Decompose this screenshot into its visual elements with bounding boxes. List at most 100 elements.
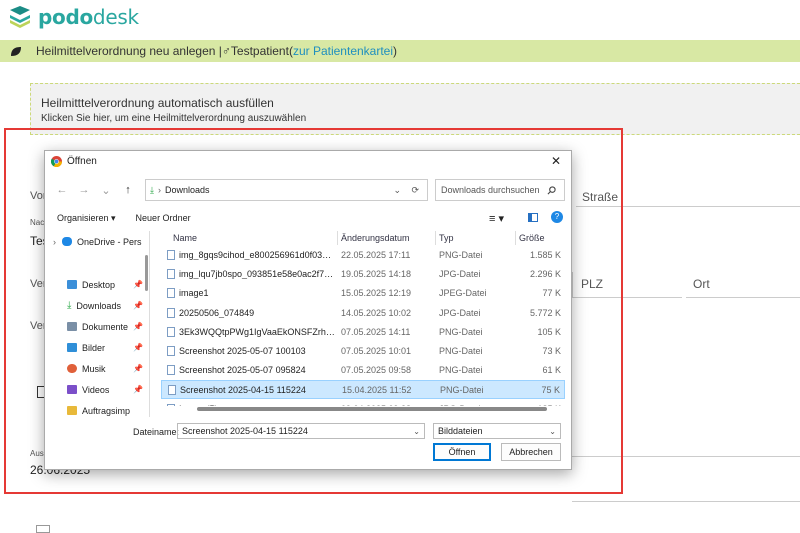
filetype-select[interactable]: Bilddateien ⌄ bbox=[433, 423, 561, 439]
videos-icon bbox=[67, 385, 77, 394]
patient-record-link[interactable]: zur Patientenkartei bbox=[293, 44, 393, 58]
sidebar-item-label: Bilder bbox=[82, 342, 106, 353]
sidebar-item-videos[interactable]: Videos 📌 bbox=[45, 379, 149, 400]
file-size: 75 K bbox=[541, 384, 560, 395]
logo-icon bbox=[10, 6, 30, 28]
path-downloads[interactable]: Downloads bbox=[165, 185, 210, 195]
file-row[interactable]: img_lqu7jb0spo_093851e58e0ac2f725d99... 1… bbox=[161, 264, 565, 283]
address-dropdown-icon[interactable]: ⌄ bbox=[393, 185, 401, 196]
organize-button[interactable]: Organisieren ▾ bbox=[57, 213, 116, 224]
download-icon: ⤓ bbox=[67, 300, 72, 311]
view-options-icon[interactable]: ≡ ▾ bbox=[489, 212, 504, 225]
new-folder-button[interactable]: Neuer Ordner bbox=[136, 213, 191, 223]
sidebar-item-label: Musik bbox=[82, 363, 106, 374]
history-dropdown-icon[interactable]: ⌄ bbox=[97, 184, 115, 197]
file-list-header: Name Änderungsdatum Typ Größe bbox=[161, 231, 565, 245]
pin-icon: 📌 bbox=[133, 280, 143, 289]
file-date: 07.05.2025 10:01 bbox=[341, 346, 412, 357]
sidebar-item-downloads[interactable]: ⤓ Downloads 📌 bbox=[45, 295, 149, 316]
column-separator[interactable] bbox=[435, 231, 436, 245]
sidebar-item-onedrive[interactable]: › OneDrive - Pers bbox=[45, 231, 149, 252]
search-input[interactable]: Downloads durchsuchen bbox=[435, 179, 565, 201]
file-type: PNG-Datei bbox=[439, 249, 483, 260]
refresh-icon[interactable]: ⟳ bbox=[411, 185, 419, 196]
forward-icon[interactable]: → bbox=[75, 184, 93, 196]
open-file-dialog: Öffnen ✕ ← → ⌄ ↑ ⤓ › Downloads ⌄ ⟳ Downl… bbox=[44, 150, 572, 470]
file-icon bbox=[167, 268, 175, 279]
file-type: JPG-Datei bbox=[439, 307, 481, 318]
file-size: 73 K bbox=[542, 346, 561, 357]
pin-icon: 📌 bbox=[133, 385, 143, 394]
filename-value: Screenshot 2025-04-15 115224 bbox=[182, 426, 308, 436]
column-name[interactable]: Name bbox=[173, 233, 197, 243]
help-icon[interactable]: ? bbox=[551, 211, 563, 223]
column-separator[interactable] bbox=[515, 231, 516, 245]
file-icon bbox=[167, 346, 175, 357]
address-bar[interactable]: ⤓ › Downloads ⌄ ⟳ bbox=[145, 179, 428, 201]
sidebar-item-label: OneDrive - Pers bbox=[77, 236, 142, 247]
filetype-value: Bilddateien bbox=[438, 426, 483, 436]
file-name: img_8gqs9cihod_e800256961d0f0326777e... bbox=[179, 249, 336, 260]
pin-icon: 📌 bbox=[133, 301, 143, 310]
pododesk-logo[interactable]: pododesk bbox=[8, 5, 139, 29]
cancel-button[interactable]: Abbrechen bbox=[501, 443, 561, 461]
paren-close: ) bbox=[393, 44, 398, 58]
sidebar-item-music[interactable]: Musik 📌 bbox=[45, 358, 149, 379]
music-icon bbox=[67, 364, 77, 373]
file-type: PNG-Datei bbox=[439, 346, 483, 357]
preview-pane-icon[interactable] bbox=[528, 213, 538, 222]
pin-icon: 📌 bbox=[133, 364, 143, 373]
filename-input[interactable]: Screenshot 2025-04-15 115224 ⌄ bbox=[177, 423, 425, 439]
download-icon: ⤓ bbox=[150, 184, 154, 195]
banner-title: Heilmittelverordnung neu anlegen | bbox=[36, 44, 222, 58]
file-list: Name Änderungsdatum Typ Größe img_8gqs9c… bbox=[161, 231, 565, 406]
file-row[interactable]: 20250506_074849 14.05.2025 10:02 JPG-Datei… bbox=[161, 303, 565, 322]
open-button[interactable]: Öffnen bbox=[433, 443, 491, 461]
pin-icon: 📌 bbox=[133, 322, 143, 331]
navigation-bar: ← → ⌄ ↑ ⤓ › Downloads ⌄ ⟳ Downloads durc… bbox=[53, 179, 565, 201]
chevron-down-icon: ⌄ bbox=[549, 426, 556, 436]
up-icon[interactable]: ↑ bbox=[119, 184, 137, 196]
auto-fill-title: Heilmitttelverordnung automatisch ausfül… bbox=[41, 96, 274, 110]
dialog-title: Öffnen bbox=[67, 155, 97, 167]
file-size: 185 K bbox=[537, 404, 561, 406]
chevron-down-icon[interactable]: ⌄ bbox=[413, 427, 420, 436]
column-type[interactable]: Typ bbox=[439, 233, 454, 243]
sidebar-item-desktop[interactable]: Desktop 📌 bbox=[45, 274, 149, 295]
file-name: Screenshot 2025-05-07 095824 bbox=[179, 365, 306, 376]
file-row[interactable]: image1 15.05.2025 12:19 JPEG-Datei 77 K bbox=[161, 284, 565, 303]
file-size: 5.772 K bbox=[529, 307, 561, 318]
sidebar-item-auftragsimp[interactable]: Auftragsimp bbox=[45, 400, 149, 417]
file-row[interactable]: Image (5) 09.04.2025 09:28 JPG-Datei 185 K bbox=[161, 399, 565, 406]
sidebar-scrollbar[interactable] bbox=[145, 255, 148, 291]
file-type: JPEG-Datei bbox=[439, 288, 487, 299]
file-row[interactable]: Screenshot 2025-05-07 100103 07.05.2025 1… bbox=[161, 341, 565, 360]
desktop-icon bbox=[67, 280, 77, 289]
pictures-icon bbox=[67, 343, 77, 352]
file-row[interactable]: Screenshot 2025-04-15 115224 15.04.2025 1… bbox=[161, 380, 565, 400]
sidebar-item-label: Dokumente bbox=[82, 321, 129, 332]
sidebar-item-pictures[interactable]: Bilder 📌 bbox=[45, 337, 149, 358]
file-type: PNG-Datei bbox=[440, 384, 484, 395]
filename-label: Dateiname: bbox=[133, 427, 180, 437]
expand-icon[interactable]: › bbox=[53, 237, 56, 247]
file-row[interactable]: Screenshot 2025-05-07 095824 07.05.2025 0… bbox=[161, 361, 565, 380]
column-date[interactable]: Änderungsdatum bbox=[341, 233, 410, 243]
file-name: 3Ek3WQQtpPWg1IgVaaEkONSFZrhVrTBI... bbox=[179, 326, 336, 337]
column-size[interactable]: Größe bbox=[519, 233, 545, 243]
pane-divider[interactable] bbox=[149, 231, 150, 417]
file-date: 07.05.2025 14:11 bbox=[341, 326, 411, 337]
ort-field[interactable]: Ort bbox=[686, 272, 800, 298]
file-date: 15.04.2025 11:52 bbox=[342, 384, 412, 395]
sidebar-item-documents[interactable]: Dokumente 📌 bbox=[45, 316, 149, 337]
file-date: 09.04.2025 09:28 bbox=[341, 404, 411, 406]
back-icon[interactable]: ← bbox=[53, 184, 71, 196]
horizontal-scrollbar[interactable] bbox=[197, 407, 547, 411]
column-separator[interactable] bbox=[337, 231, 338, 245]
checkbox-2[interactable] bbox=[36, 525, 50, 533]
file-row[interactable]: img_8gqs9cihod_e800256961d0f0326777e... 2… bbox=[161, 245, 565, 264]
documents-icon bbox=[67, 322, 77, 331]
file-size: 77 K bbox=[542, 288, 561, 299]
file-row[interactable]: 3Ek3WQQtpPWg1IgVaaEkONSFZrhVrTBI... 07.05… bbox=[161, 322, 565, 341]
close-icon[interactable]: ✕ bbox=[551, 154, 561, 168]
